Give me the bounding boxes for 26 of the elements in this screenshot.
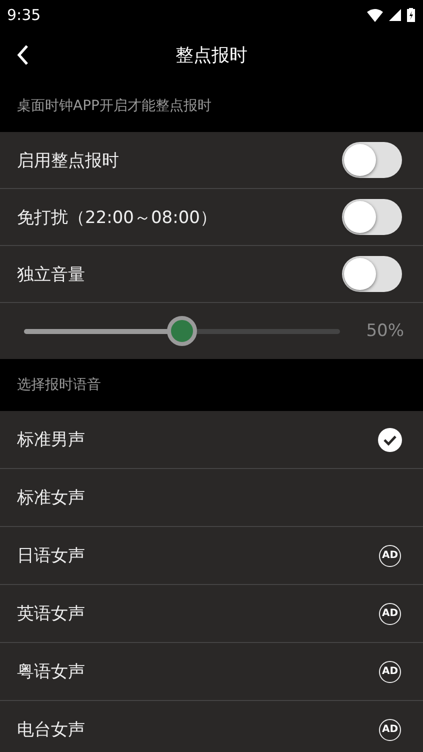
wifi-icon [367, 8, 383, 22]
voice-item[interactable]: 粤语女声 AD [0, 643, 423, 701]
ad-badge: AD [379, 602, 401, 624]
volume-reading: 50% [366, 321, 404, 341]
page-title: 整点报时 [176, 44, 248, 67]
toggle-switch[interactable] [342, 142, 402, 178]
battery-icon [407, 8, 415, 22]
check-icon [378, 428, 402, 452]
ad-badge: AD [379, 660, 401, 682]
setting-label: 启用整点报时 [17, 150, 119, 172]
volume-slider[interactable] [24, 316, 340, 346]
toggle-switch[interactable] [342, 199, 402, 235]
voice-item[interactable]: 标准女声 [0, 469, 423, 527]
ad-badge: AD [379, 718, 401, 740]
signal-icon [389, 9, 401, 21]
section-label: 选择报时语音 [17, 376, 101, 394]
ad-badge: AD [379, 544, 401, 566]
setting-label: 免打扰（22:00～08:00） [17, 206, 217, 228]
toggle-switch[interactable] [342, 256, 402, 292]
status-time: 9:35 [7, 6, 41, 24]
notice-text: 桌面时钟APP开启才能整点报时 [17, 97, 212, 115]
voice-item[interactable]: 日语女声 AD [0, 527, 423, 585]
voice-item[interactable]: 英语女声 AD [0, 585, 423, 643]
voice-item[interactable]: 标准男声 [0, 411, 423, 469]
voice-item[interactable]: 电台女声 AD [0, 701, 423, 752]
setting-label: 独立音量 [17, 264, 85, 286]
